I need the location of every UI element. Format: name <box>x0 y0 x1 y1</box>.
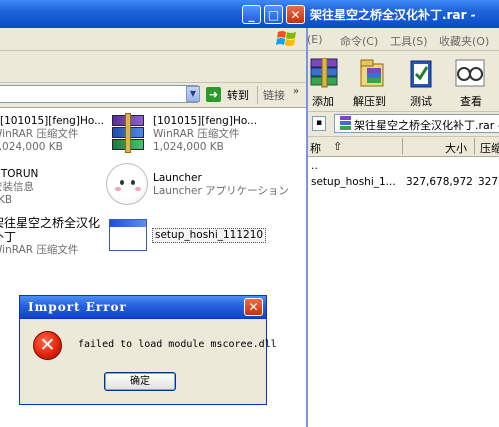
list-item-packed: 327, <box>478 176 499 188</box>
rar-archive-icon[interactable] <box>108 113 148 153</box>
file-name[interactable]: [101015][feng]Ho... <box>0 115 104 128</box>
menu-tools[interactable]: 工具(S) <box>390 33 428 49</box>
file-type: WinRAR 压缩文件 <box>0 128 79 140</box>
file-name[interactable]: AUTORUN <box>0 168 38 181</box>
path-text: 架往星空之桥全汉化补丁.rar - <box>354 119 499 132</box>
maximize-button[interactable]: □ <box>264 5 283 24</box>
menu-edit[interactable]: (E) <box>307 33 323 46</box>
winrar-title: 架往星空之桥全汉化补丁.rar - <box>310 8 476 22</box>
file-name[interactable]: [101015][feng]Ho... <box>153 115 257 128</box>
add-archive-icon[interactable] <box>309 57 341 88</box>
error-icon: ✕ <box>33 331 62 360</box>
file-size: 1,024,000 KB <box>0 141 63 153</box>
address-separator <box>257 86 258 104</box>
column-name[interactable]: 称 <box>310 140 321 156</box>
list-item-name[interactable]: setup_hoshi_1... <box>311 176 396 188</box>
close-button[interactable]: ✕ <box>286 5 305 24</box>
file-name[interactable]: 架往星空之桥全汉化 <box>0 217 100 230</box>
error-message: failed to load module mscoree.dll <box>78 339 277 350</box>
minimize-button[interactable]: _ <box>242 5 261 24</box>
links-chevron-icon[interactable]: » <box>293 86 299 97</box>
toolbar-view-label[interactable]: 查看 <box>460 93 482 109</box>
rar-file-small-icon <box>340 116 351 130</box>
go-arrow-icon[interactable]: ➜ <box>206 87 221 102</box>
menu-favorites[interactable]: 收藏夹(O) <box>439 33 489 49</box>
toolbar-extract-label[interactable]: 解压到 <box>353 93 386 109</box>
column-divider[interactable] <box>402 138 403 155</box>
explorer-toolbar <box>0 51 306 83</box>
ok-button[interactable]: 确定 <box>104 372 176 391</box>
toolbar-add-label[interactable]: 添加 <box>312 93 334 109</box>
list-item-size: 327,678,972 <box>406 176 473 188</box>
launcher-character-icon[interactable] <box>106 163 148 205</box>
list-item-parent[interactable]: .. <box>311 160 318 172</box>
file-type: WinRAR 压缩文件 <box>0 244 79 256</box>
view-glasses-icon[interactable] <box>454 58 486 88</box>
file-size: 1,024,000 KB <box>153 141 224 153</box>
exe-window-icon[interactable] <box>109 219 147 251</box>
up-folder-icon[interactable]: ▪ <box>312 116 326 131</box>
toolbar-test-label[interactable]: 测试 <box>410 93 432 109</box>
sort-arrow-icon[interactable]: ⇧ <box>333 140 342 153</box>
links-label[interactable]: 链接 <box>263 87 285 103</box>
menu-commands[interactable]: 命令(C) <box>340 33 378 49</box>
address-input[interactable] <box>0 85 198 103</box>
file-name-continued: 补丁 <box>0 230 17 244</box>
column-size[interactable]: 大小 <box>445 140 467 156</box>
file-size: KB <box>0 194 13 206</box>
file-name[interactable]: setup_hoshi_111210 <box>152 228 267 243</box>
column-divider[interactable] <box>474 138 475 155</box>
dialog-title: Import Error <box>28 300 127 314</box>
test-archive-icon[interactable] <box>405 58 437 88</box>
file-type: Launcher アプリケーション <box>153 185 289 197</box>
windows-logo-icon <box>276 29 298 49</box>
go-button[interactable]: 转到 <box>227 87 249 103</box>
address-dropdown-icon[interactable]: ▼ <box>186 86 200 102</box>
extract-to-icon[interactable] <box>357 58 389 88</box>
file-type: WinRAR 压缩文件 <box>153 128 240 140</box>
dialog-close-button[interactable]: ✕ <box>244 298 263 316</box>
explorer-menu-bar <box>0 28 306 51</box>
column-packed[interactable]: 压缩 <box>480 140 499 156</box>
file-type: 安装信息 <box>0 181 34 193</box>
file-name[interactable]: Launcher <box>153 172 202 185</box>
